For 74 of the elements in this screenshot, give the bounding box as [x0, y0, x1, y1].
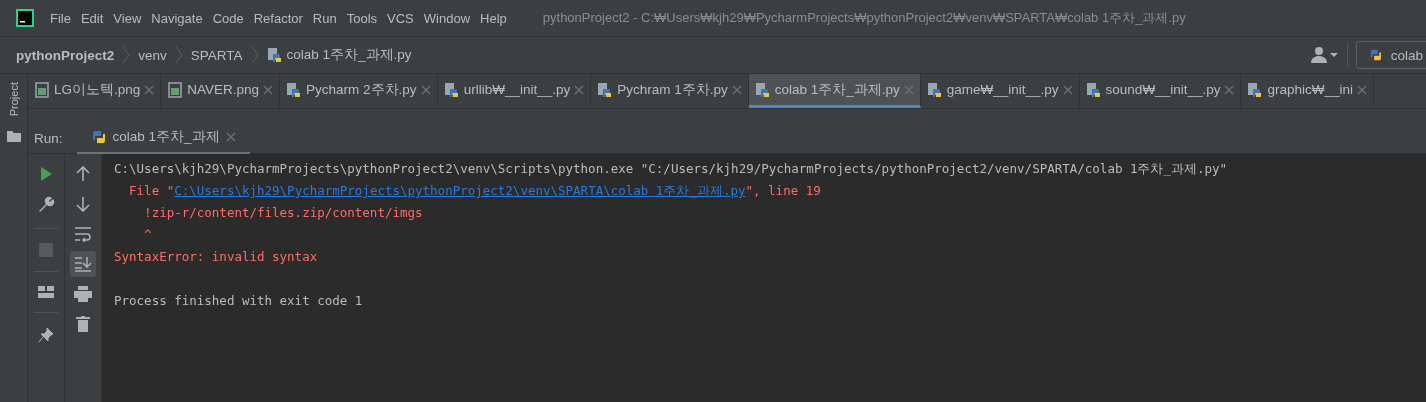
python-file-icon — [1085, 81, 1102, 98]
close-icon[interactable] — [903, 84, 914, 95]
python-file-icon — [754, 81, 771, 98]
close-icon[interactable] — [574, 84, 585, 95]
close-icon[interactable] — [731, 84, 742, 95]
menu-item[interactable]: Navigate — [151, 10, 203, 26]
editor-tab[interactable]: urllib₩__init__.py — [437, 74, 592, 108]
menu-item[interactable]: View — [113, 10, 142, 26]
python-file-icon — [286, 81, 303, 98]
close-icon[interactable] — [263, 84, 274, 95]
breadcrumb-item[interactable]: pythonProject2 — [16, 47, 115, 63]
soft-wrap-icon[interactable] — [74, 226, 92, 242]
menu-item[interactable]: File — [50, 10, 71, 26]
user-icon[interactable] — [1311, 46, 1339, 64]
python-file-icon — [1247, 81, 1264, 98]
close-icon[interactable] — [225, 131, 236, 142]
menu-item[interactable]: Help — [480, 10, 507, 26]
folder-icon[interactable] — [6, 130, 21, 143]
project-tool-tab[interactable]: Project — [6, 82, 21, 117]
run-panel-label: Run: — [34, 130, 63, 146]
editor-tab[interactable]: Pychram 1주차.py — [591, 74, 749, 108]
editor-tab[interactable]: sound₩__init__.py — [1079, 74, 1242, 108]
close-icon[interactable] — [144, 84, 155, 95]
menu-item[interactable]: Refactor — [253, 10, 303, 26]
error-text: !zip-r/content/files.zip/content/imgs — [143, 205, 423, 220]
run-configuration-dropdown[interactable]: colab — [1356, 41, 1426, 69]
menu-item[interactable]: Window — [423, 10, 471, 26]
menu-item[interactable]: Code — [212, 10, 244, 26]
image-file-icon — [167, 81, 184, 98]
editor-tab[interactable]: game₩__init__.py — [920, 74, 1080, 108]
app-logo-icon — [16, 9, 34, 27]
chevron-icon — [174, 45, 183, 65]
menu-item[interactable]: Tools — [346, 10, 378, 26]
image-file-icon — [34, 81, 50, 98]
editor-tab[interactable]: Pycharm 2주차.py — [280, 74, 438, 108]
close-icon[interactable] — [1062, 84, 1073, 95]
error-text: ^ — [143, 227, 152, 242]
error-text: ", line 19 — [745, 183, 821, 198]
breadcrumb-item[interactable]: colab 1주차_과제.py — [266, 46, 412, 64]
python-file-icon — [597, 81, 614, 98]
layout-icon[interactable] — [38, 286, 54, 298]
chevron-icon — [122, 45, 131, 65]
error-text: SyntaxError: invalid syntax — [114, 249, 318, 264]
trash-icon[interactable] — [76, 316, 90, 332]
close-icon[interactable] — [1356, 84, 1367, 95]
editor-tab[interactable]: NAVER.png — [161, 74, 281, 108]
menu-item[interactable]: Run — [312, 10, 337, 26]
run-icon[interactable] — [38, 166, 54, 182]
breadcrumb-item[interactable]: SPARTA — [190, 47, 243, 63]
pin-icon[interactable] — [38, 327, 54, 343]
python-file-icon — [926, 81, 943, 98]
python-icon — [90, 128, 107, 145]
python-file-icon — [266, 47, 283, 63]
down-arrow-icon[interactable] — [76, 196, 90, 212]
file-link[interactable]: C:\Users\kjh29\PycharmProjects\pythonProject2\venv\SPARTA\colab 1주차_과제.py — [174, 183, 746, 198]
chevron-icon — [250, 45, 259, 65]
close-icon[interactable] — [1224, 84, 1235, 95]
editor-tab[interactable]: LG이노텍.png — [28, 74, 162, 108]
editor-tab[interactable]: colab 1주차_과제.py — [748, 74, 921, 108]
console-text: Process finished with exit code 1 — [114, 293, 363, 308]
up-arrow-icon[interactable] — [76, 166, 90, 182]
console-text: C:\Users\kjh29\PycharmProjects\pythonProject2\venv\Scripts\python.exe "C:/Users/kjh29/PycharmProjects/pythonProject2/venv/SPARTA/colab 1주차_과제.py" — [114, 161, 1228, 176]
print-icon[interactable] — [74, 286, 92, 302]
python-icon — [1369, 47, 1383, 63]
window-title: pythonProject2 - C:₩Users₩kjh29₩PycharmProjects₩pythonProject2₩venv₩SPARTA₩colab 1주차_과제.py — [542, 9, 1186, 27]
menu-item[interactable]: VCS — [387, 10, 414, 26]
close-icon[interactable] — [420, 84, 431, 95]
editor-tab[interactable]: graphic₩__ini — [1241, 74, 1374, 108]
error-text: File " — [128, 183, 175, 198]
wrench-icon[interactable] — [37, 196, 55, 214]
breadcrumb-item[interactable]: venv — [138, 47, 167, 63]
scroll-to-end-button[interactable] — [70, 251, 96, 277]
python-file-icon — [443, 81, 460, 98]
menu-item[interactable]: Edit — [80, 10, 104, 26]
